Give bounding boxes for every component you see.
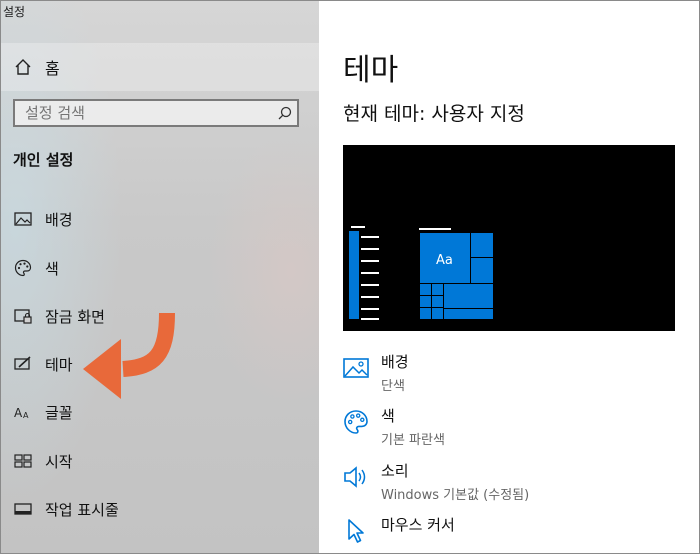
page-title: 테마 [343,53,399,88]
cursor-icon [343,518,369,544]
font-icon: AA [13,402,33,422]
sidebar-item-background[interactable]: 배경 [1,199,319,239]
svg-text:A: A [14,406,23,420]
svg-text:A: A [23,411,29,420]
sidebar: 설정 홈 개인 설정 배경 색 [1,1,319,553]
setting-color[interactable]: 색 기본 파란색 [343,405,683,455]
sidebar-item-taskbar[interactable]: 작업 표시줄 [1,489,319,529]
setting-sound[interactable]: 소리 Windows 기본값 (수정됨) [343,460,683,510]
taskbar-icon [13,499,33,519]
home-label: 홈 [45,59,60,78]
section-title: 개인 설정 [13,151,74,169]
picture-icon [13,209,33,229]
picture-icon [343,355,369,381]
app-title: 설정 [3,5,26,19]
setting-value: Windows 기본값 (수정됨) [381,488,530,503]
setting-label: 소리 [381,462,409,480]
setting-label: 배경 [381,353,409,371]
home-icon [13,57,33,77]
annotation-arrow [83,312,175,399]
home-button[interactable]: 홈 [1,43,319,91]
preview-sample-text: Aa [436,253,453,268]
search-input[interactable] [15,103,273,123]
sidebar-item-label: 작업 표시줄 [45,500,119,519]
sidebar-item-start[interactable]: 시작 [1,441,319,481]
search-icon[interactable] [273,101,297,125]
setting-value: 단색 [381,379,405,394]
theme-preview: Aa [343,145,675,331]
sidebar-item-label: 글꼴 [45,403,73,422]
palette-icon [343,409,369,435]
start-tiles-icon [13,451,33,471]
sidebar-item-label: 배경 [45,210,73,229]
setting-label: 색 [381,407,395,425]
setting-label: 마우스 커서 [381,516,455,534]
sidebar-item-color[interactable]: 색 [1,248,319,288]
settings-window: 설정 홈 개인 설정 배경 색 [0,0,700,554]
main-panel: 테마 현재 테마: 사용자 지정 Aa 배경 단색 색 기본 파란색 소리 Wi… [319,1,699,553]
theme-brush-icon [13,354,33,374]
speaker-icon [343,464,369,490]
current-theme-label: 현재 테마: 사용자 지정 [343,103,525,125]
search-box[interactable] [13,99,299,127]
sidebar-item-label: 테마 [45,355,73,374]
setting-mouse-cursor[interactable]: 마우스 커서 [343,514,683,553]
setting-value: 기본 파란색 [381,433,445,448]
sidebar-item-label: 시작 [45,452,73,471]
setting-background[interactable]: 배경 단색 [343,351,683,401]
sidebar-item-label: 색 [45,259,59,278]
lock-screen-icon [13,306,33,326]
palette-icon [13,258,33,278]
